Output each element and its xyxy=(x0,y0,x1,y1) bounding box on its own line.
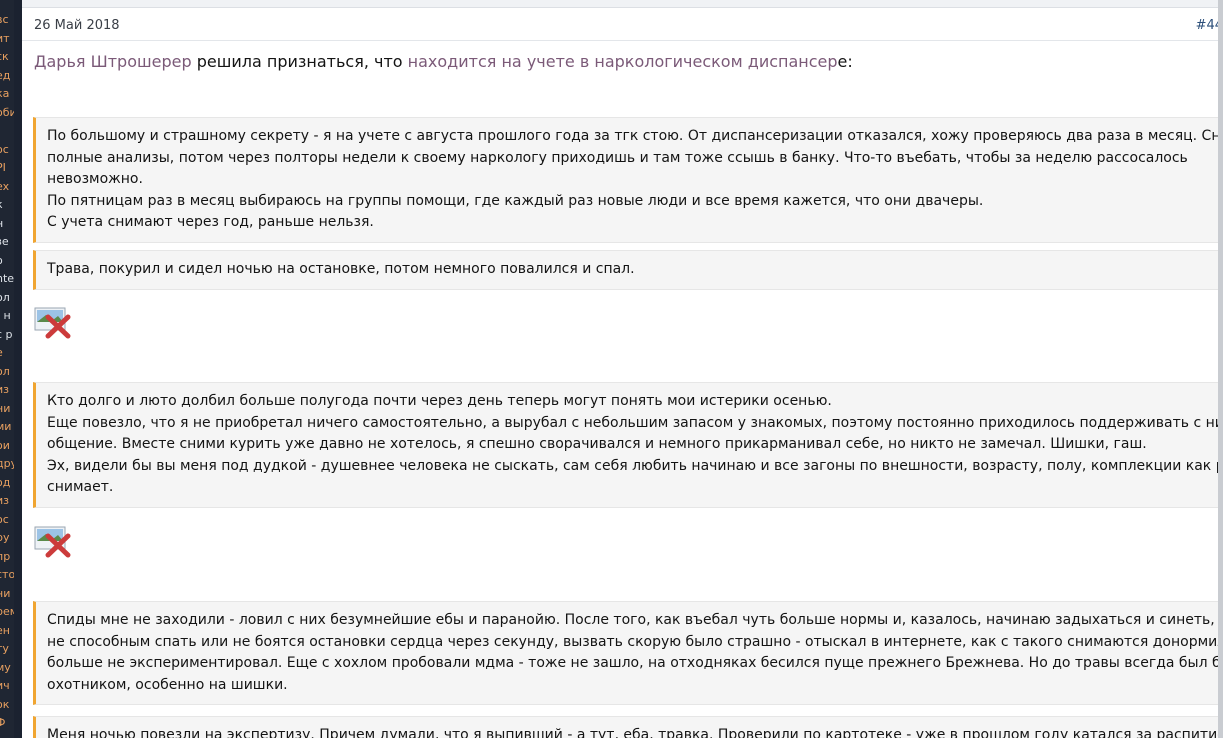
quote-line: полные анализы, потом через полторы неде… xyxy=(47,149,1188,166)
sidebar-fragment: зе xyxy=(0,235,9,248)
sidebar-fragment: ич xyxy=(0,679,10,692)
quote-line: По пятницам раз в месяц выбираюсь на гру… xyxy=(47,192,984,209)
post-date: 26 Май 2018 xyxy=(34,18,120,33)
sidebar-fragment: ка xyxy=(0,87,10,100)
quote-block: Меня ночью повезли на экспертизу. Причем… xyxy=(33,716,1223,738)
sidebar-fragment: оби xyxy=(0,105,14,119)
sidebar-fragment: ои xyxy=(0,438,10,452)
sidebar-fragment: с р xyxy=(0,327,13,341)
sidebar-fragment: му xyxy=(0,660,11,674)
quote-line: По большому и страшному секрету - я на у… xyxy=(47,128,1223,144)
forum-post: 26 Май 2018 #44 Дарья Штрошерер решила п… xyxy=(22,8,1223,738)
quote-line: больше не экспериментировал. Еще с хохло… xyxy=(47,655,1223,671)
quote-block: Трава, покурил и сидел ночью на остановк… xyxy=(33,250,1223,290)
sidebar-fragment: е xyxy=(0,347,3,359)
sidebar-fragment: ос xyxy=(0,512,9,526)
quote-block: Спиды мне не заходили - ловил с них безу… xyxy=(33,601,1223,705)
quote-line: Кто долго и люто долбил больше полугода … xyxy=(47,393,832,409)
quote-line: охотником, особенно на шишки. xyxy=(47,676,288,693)
sidebar-fragment: ту xyxy=(0,642,9,655)
sidebar-fragment: ни xyxy=(0,401,11,415)
sidebar-fragment: ск xyxy=(0,50,9,63)
sidebar-fragment: из xyxy=(0,383,9,396)
intro-text: решила признаться, что xyxy=(191,52,408,71)
post-intro: Дарья Штрошерер решила признаться, что н… xyxy=(34,52,853,71)
quote-line: общение. Вместе сними курить уже давно н… xyxy=(47,436,1147,452)
sidebar-fragment: ex xyxy=(0,179,10,193)
quote-line: невозможно. xyxy=(47,171,143,187)
quote-line: Спиды мне не заходили - ловил с них безу… xyxy=(47,612,1223,628)
sidebar-fragment: к xyxy=(0,199,3,211)
quote-line: С учета снимают через год, раньше нельзя… xyxy=(47,214,374,230)
broken-image-icon[interactable] xyxy=(34,524,72,558)
quote-line: Трава, покурил и сидел ночью на остановк… xyxy=(47,261,635,277)
sidebar-fragment: дру xyxy=(0,457,14,470)
author-link[interactable]: Дарья Штрошерер xyxy=(34,52,192,71)
sidebar-fragment: пр xyxy=(0,549,11,563)
post-top-divider xyxy=(22,0,1223,8)
sidebar-fragment: ос xyxy=(0,142,9,156)
intro-tail: е: xyxy=(837,52,853,71)
topic-link[interactable]: находится на учете в наркологическом дис… xyxy=(408,52,838,71)
quote-line: Эх, видели бы вы меня под дудкой - душев… xyxy=(47,457,1223,474)
sidebar-fragment: - н xyxy=(0,309,11,322)
sidebar-fragment: из xyxy=(0,494,9,507)
sidebar-fragment: сто xyxy=(0,568,14,581)
quote-line: не способным спать или не боятся останов… xyxy=(47,633,1223,650)
sidebar-fragment: PI xyxy=(0,161,6,174)
sidebar-fragment: ол xyxy=(0,364,10,378)
sidebar-fragment: о xyxy=(0,254,3,267)
page-scrollbar[interactable] xyxy=(1218,0,1223,738)
left-sidebar-strip: вситскедкаоби-осPIexкнзеоnteол- нс реоли… xyxy=(0,0,14,738)
quote-line: Меня ночью повезли на экспертизу. Причем… xyxy=(47,727,1223,738)
sidebar-fragment: ок xyxy=(0,697,10,711)
sidebar-fragment: ит xyxy=(0,31,10,45)
sidebar-fragment: ру xyxy=(0,531,10,544)
sidebar-fragment: ни xyxy=(0,586,11,600)
sidebar-fragment: од xyxy=(0,475,11,489)
sidebar-fragment: вс xyxy=(0,13,9,26)
quote-line: снимает. xyxy=(47,479,114,495)
broken-image-icon[interactable] xyxy=(34,305,72,339)
post-header: 26 Май 2018 #44 xyxy=(22,8,1223,41)
sidebar-fragment: н xyxy=(0,217,3,230)
quote-line: Еще повезло, что я не приобретал ничего … xyxy=(47,414,1223,431)
sidebar-fragment: ол xyxy=(0,290,10,304)
sidebar-fragment: ен xyxy=(0,623,10,637)
sidebar-fragment: Ф xyxy=(0,716,6,729)
sidebar-fragment: ми xyxy=(0,420,12,433)
sidebar-fragment: nte xyxy=(0,272,14,285)
sidebar-fragment: ед xyxy=(0,68,11,82)
quote-block: Кто долго и люто долбил больше полугода … xyxy=(33,382,1223,508)
sidebar-fragment: рем xyxy=(0,605,14,618)
quote-block: По большому и страшному секрету - я на у… xyxy=(33,117,1223,243)
